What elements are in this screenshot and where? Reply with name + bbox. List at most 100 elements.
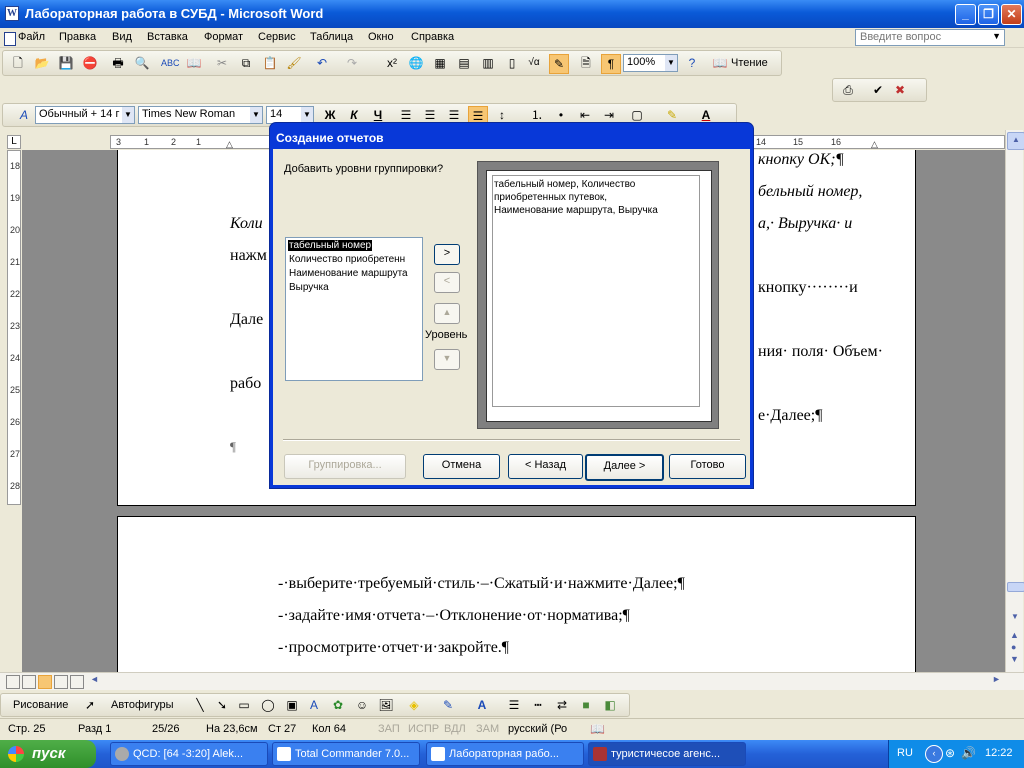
select-objects-icon[interactable]: ➚	[81, 696, 99, 714]
save-icon[interactable]: 💾	[57, 54, 75, 72]
chevron-down-icon[interactable]: ▼	[301, 107, 313, 123]
priority-up-icon[interactable]: ▲	[434, 303, 460, 324]
open-folder-icon[interactable]: 📂	[33, 54, 51, 72]
field-item[interactable]: Выручка	[289, 282, 329, 293]
shadow-icon[interactable]: ■	[577, 696, 595, 714]
prev-page-icon[interactable]: ▲	[1010, 630, 1019, 640]
zoom-select[interactable]: 100% ▼	[623, 54, 678, 72]
autoshapes-menu-button[interactable]: Автофигуры	[111, 699, 174, 711]
columns-icon[interactable]: ▯	[503, 54, 521, 72]
document-map-icon[interactable]: 🗎	[577, 54, 595, 72]
redo-icon[interactable]: ↷	[343, 54, 361, 72]
back-button[interactable]: < Назад	[508, 454, 583, 479]
3d-icon[interactable]: ◧	[601, 696, 619, 714]
task-access-agency[interactable]: туристичесое агенс...	[588, 742, 746, 766]
print-icon[interactable]: 🖶	[109, 54, 127, 72]
wordart-icon[interactable]: A	[305, 696, 323, 714]
fields-listbox[interactable]: табельный номер Количество приобретенн Н…	[285, 237, 423, 381]
task-total-commander[interactable]: Total Commander 7.0...	[272, 742, 420, 766]
word-app-icon[interactable]: W	[5, 6, 19, 21]
reject-change-icon[interactable]: ✖	[891, 81, 909, 99]
equation-icon[interactable]: √α	[525, 54, 543, 72]
field-item[interactable]: Количество приобретенн	[289, 254, 405, 265]
status-track[interactable]: ИСПР	[408, 723, 439, 735]
status-extend[interactable]: ВДЛ	[444, 723, 466, 735]
drawing-toggle-icon[interactable]: ✎	[549, 54, 569, 74]
styles-icon[interactable]: A	[15, 106, 33, 124]
globe-icon[interactable]: 🌐	[407, 54, 425, 72]
remove-field-button[interactable]: <	[434, 272, 460, 293]
menu-table[interactable]: Таблица	[310, 31, 353, 43]
dash-style-icon[interactable]: ┅	[529, 696, 547, 714]
chevron-down-icon[interactable]: ▼	[122, 107, 134, 123]
diagram-icon[interactable]: ✿	[329, 696, 347, 714]
line-color-icon[interactable]: ✎	[439, 696, 457, 714]
menu-insert[interactable]: Вставка	[147, 31, 188, 43]
style-select[interactable]: Обычный + 14 г ▼	[35, 106, 135, 124]
line-icon[interactable]: ╲	[191, 696, 209, 714]
line-style-icon[interactable]: ☰	[505, 696, 523, 714]
vertical-scrollbar[interactable]: ▲ ▼ ▲ ● ▼	[1005, 130, 1024, 672]
cut-icon[interactable]: ✂	[213, 54, 231, 72]
chevron-down-icon[interactable]: ▼	[250, 107, 262, 123]
field-item[interactable]: Наименование маршрута	[289, 268, 408, 279]
reading-layout-icon[interactable]	[70, 675, 84, 689]
new-document-icon[interactable]: 🗋	[9, 54, 27, 72]
track-changes-icon[interactable]: ⎙	[839, 81, 857, 99]
help-question-input[interactable]: Введите вопрос ▼	[855, 29, 1005, 46]
picture-icon[interactable]: 🖼	[377, 696, 395, 714]
task-qcd[interactable]: QCD: [64 -3:20] Alek...	[110, 742, 268, 766]
scroll-up-button[interactable]: ▲	[1007, 132, 1024, 150]
menu-edit[interactable]: Правка	[59, 31, 96, 43]
show-formatting-icon[interactable]: ¶	[601, 54, 621, 74]
page-2[interactable]: -·выберите·требуемый·стиль·–·Сжатый·и·на…	[117, 516, 916, 672]
status-record[interactable]: ЗАП	[378, 723, 400, 735]
next-page-icon[interactable]: ▼	[1010, 654, 1019, 664]
outline-view-icon[interactable]	[54, 675, 68, 689]
undo-icon[interactable]: ↶	[313, 54, 331, 72]
add-field-button[interactable]: >	[434, 244, 460, 265]
web-view-icon[interactable]	[22, 675, 36, 689]
volume-icon[interactable]: 🔊	[961, 746, 976, 760]
menu-file[interactable]: Файл	[18, 31, 45, 43]
menu-tools[interactable]: Сервис	[258, 31, 296, 43]
print-layout-icon[interactable]	[38, 675, 52, 689]
copy-icon[interactable]: ⧉	[237, 54, 255, 72]
chevron-down-icon[interactable]: ▼	[665, 55, 677, 71]
doc-menu-icon[interactable]	[4, 32, 16, 46]
scroll-right-icon[interactable]: ►	[992, 674, 1001, 684]
tab-selector[interactable]: L	[7, 135, 21, 149]
menu-view[interactable]: Вид	[112, 31, 132, 43]
maximize-button[interactable]: ❐	[978, 4, 999, 25]
tray-expand-icon[interactable]: ‹	[925, 745, 943, 763]
status-overtype[interactable]: ЗАМ	[476, 723, 499, 735]
network-icon[interactable]: ⊛	[945, 746, 955, 760]
task-word-lab[interactable]: Лабораторная рабо...	[426, 742, 584, 766]
format-painter-icon[interactable]: 🖌	[285, 54, 303, 72]
arrow-style-icon[interactable]: ⇄	[553, 696, 571, 714]
close-button[interactable]: ✕	[1001, 4, 1022, 25]
font-color-icon[interactable]: A	[473, 696, 491, 714]
spelling-icon[interactable]: ABC	[161, 54, 180, 72]
paste-icon[interactable]: 📋	[261, 54, 279, 72]
reading-button-label[interactable]: Чтение	[731, 57, 768, 69]
print-preview-icon[interactable]: 🔍	[133, 54, 151, 72]
browse-object-icon[interactable]: ●	[1011, 642, 1016, 652]
chevron-down-icon[interactable]: ▼	[992, 31, 1001, 41]
research-icon[interactable]: 📖	[185, 54, 203, 72]
fill-color-icon[interactable]: ◈	[405, 696, 423, 714]
minimize-button[interactable]: _	[955, 4, 976, 25]
textbox-icon[interactable]: ▣	[283, 696, 301, 714]
start-button[interactable]: пуск	[0, 740, 96, 768]
priority-down-icon[interactable]: ▼	[434, 349, 460, 370]
drawing-menu-button[interactable]: Рисование	[13, 699, 68, 711]
insert-excel-icon[interactable]: ▥	[479, 54, 497, 72]
hyperlink-icon[interactable]: x²	[383, 54, 401, 72]
scroll-left-icon[interactable]: ◄	[90, 674, 99, 684]
horizontal-scrollbar[interactable]: ◄ ►	[0, 672, 1024, 690]
vertical-ruler[interactable]: 18 19 20 21 22 23 24 25 26 27 28	[7, 150, 21, 505]
permission-icon[interactable]: ⛔	[81, 54, 99, 72]
rectangle-icon[interactable]: ▭	[235, 696, 253, 714]
field-item[interactable]: табельный номер	[288, 240, 373, 251]
insert-table-icon[interactable]: ▤	[455, 54, 473, 72]
